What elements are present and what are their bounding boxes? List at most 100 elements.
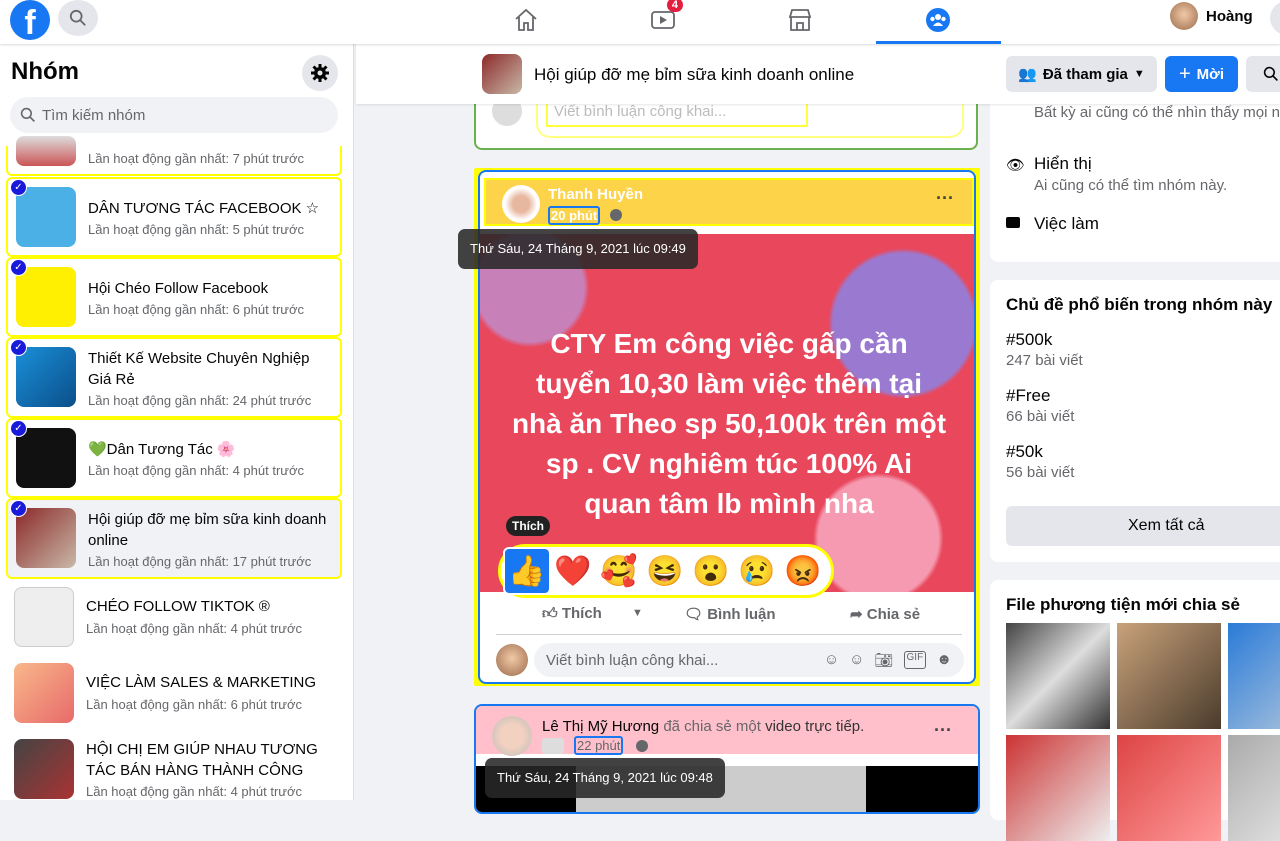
author-avatar[interactable] (492, 716, 532, 756)
nav-home[interactable] (506, 4, 546, 36)
eye-icon: 👁︎ (1006, 157, 1026, 174)
reaction-dropdown-icon[interactable]: ▼ (632, 607, 643, 619)
group-name: VIỆC LÀM SALES & MARKETING (86, 674, 317, 691)
media-thumbnail[interactable] (1228, 623, 1280, 729)
reaction-angry[interactable]: 😡 (781, 549, 825, 593)
user-avatar (496, 644, 528, 676)
gif-icon[interactable]: GIF (903, 651, 927, 669)
timestamp-tooltip: Thứ Sáu, 24 Tháng 9, 2021 lúc 09:49 (458, 229, 698, 269)
check-icon: ✓ (10, 259, 27, 276)
facebook-logo[interactable]: f (10, 0, 50, 40)
reaction-care[interactable]: 🥰 (597, 549, 641, 593)
thumbs-up-icon: 👍︎ (542, 605, 562, 622)
nav-groups[interactable] (918, 4, 958, 36)
plus-icon: + (1178, 62, 1191, 85)
menu-button[interactable] (1270, 0, 1280, 36)
reaction-love[interactable]: ❤️ (551, 549, 595, 593)
visibility-title: Hiển thị (1034, 154, 1092, 173)
group-search-button[interactable] (1246, 56, 1280, 92)
group-item[interactable]: CHÉO FOLLOW TIKTOK ® Lần hoạt động gần n… (14, 587, 344, 647)
author-avatar[interactable] (502, 185, 540, 223)
group-item[interactable]: ✓ DÂN TƯƠNG TÁC FACEBOOK ☆ Lần hoạt động… (6, 177, 342, 257)
post-image[interactable]: CTY Em công việc gấp cần tuyển 10,30 làm… (480, 234, 974, 598)
search-placeholder: Tìm kiếm nhóm (42, 106, 146, 124)
settings-button[interactable] (302, 55, 338, 91)
group-status: Lần hoạt động gần nhất: 24 phút trước (88, 393, 312, 408)
topic-tag[interactable]: #500k (1006, 330, 1052, 350)
camera-icon[interactable]: 📷︎ (874, 651, 893, 669)
topic-count: 66 bài viết (1006, 408, 1075, 425)
group-name: HỘI CHỊ EM GIÚP NHAU TƯƠNG TÁC BÁN HÀNG … (86, 741, 318, 779)
share-label: Chia sẻ (866, 606, 921, 623)
group-item[interactable]: HỘI CHỊ EM GIÚP NHAU TƯƠNG TÁC BÁN HÀNG … (14, 739, 344, 799)
reaction-haha[interactable]: 😆 (643, 549, 687, 593)
media-thumbnail[interactable] (1117, 623, 1221, 729)
group-name: Hội Chéo Follow Facebook (88, 280, 269, 297)
group-thumbnail (16, 136, 76, 166)
comment-button[interactable]: 🗨︎ Bình luận (684, 605, 776, 623)
group-item[interactable]: ✓ 💚Dân Tương Tác 🌸 Lần hoạt động gần nhấ… (6, 418, 342, 498)
post-text: CTY Em công việc gấp cần tuyển 10,30 làm… (511, 328, 947, 519)
shared-object-link[interactable]: video trực tiếp. (765, 718, 864, 735)
like-button[interactable]: 👍︎ Thích (542, 605, 602, 623)
caret-down-icon: ▼ (1133, 68, 1145, 80)
watch-badge: 4 (666, 0, 683, 12)
group-status: Lần hoạt động gần nhất: 6 phút trước (86, 697, 302, 712)
see-all-button[interactable]: Xem tất cả (1006, 506, 1280, 546)
post-time-link[interactable]: 20 phút (548, 206, 601, 225)
group-thumbnail (16, 347, 76, 407)
group-status: Lần hoạt động gần nhất: 5 phút trước (88, 222, 304, 237)
group-thumbnail (16, 187, 76, 247)
group-search-input[interactable]: Tìm kiếm nhóm (10, 97, 338, 133)
like-label: Thích (561, 605, 602, 622)
group-thumbnail (16, 267, 76, 327)
sidebar-title: Nhóm (11, 58, 79, 85)
nav-watch[interactable]: 4 (643, 0, 683, 36)
group-item[interactable]: ✓ Thiết Kế Website Chuyên Nghiệp Giá Rẻ … (6, 337, 342, 418)
group-status: Lần hoạt động gần nhất: 4 phút trước (88, 463, 304, 478)
media-thumbnail[interactable] (1228, 735, 1280, 841)
group-thumbnail (16, 428, 76, 488)
topic-tag[interactable]: #Free (1006, 386, 1050, 406)
share-button[interactable]: ➦ Chia sẻ (850, 605, 920, 623)
media-thumbnail[interactable] (1006, 623, 1110, 729)
nav-marketplace[interactable] (780, 4, 820, 36)
reaction-like[interactable]: 👍 (503, 547, 551, 595)
emoji-icon[interactable]: ☺ (849, 651, 864, 669)
more-options-button[interactable]: ··· (936, 188, 954, 209)
jobs-link[interactable]: Việc làm (1034, 214, 1099, 234)
search-icon (69, 9, 86, 26)
group-item[interactable]: ✓ Hội Chéo Follow Facebook Lần hoạt động… (6, 257, 342, 337)
visibility-description: Ai cũng có thể tìm nhóm này. (1034, 177, 1228, 194)
post-time-link[interactable]: 22 phút (574, 736, 624, 755)
post-header: Thanh Huyền 20 phút ··· (484, 178, 974, 226)
reaction-sad[interactable]: 😢 (735, 549, 779, 593)
comment-input[interactable]: Viết bình luận công khai... ☺ ☺ 📷︎ GIF ☻ (534, 643, 964, 677)
group-item[interactable]: Lần hoạt động gần nhất: 7 phút trước (6, 136, 342, 176)
group-item-selected[interactable]: ✓ Hội giúp đỡ mẹ bỉm sữa kinh doanh onli… (6, 498, 342, 579)
home-icon (515, 8, 537, 31)
joined-button[interactable]: 👥 Đã tham gia ▼ (1006, 56, 1157, 92)
post-action-text: đã chia sẻ một (663, 718, 761, 735)
search-button[interactable] (58, 0, 98, 36)
marketplace-icon (788, 9, 812, 31)
profile-button[interactable]: Hoàng (1170, 2, 1253, 30)
reaction-bar: 👍 ❤️ 🥰 😆 😮 😢 😡 (498, 544, 834, 598)
group-name: 💚Dân Tương Tác 🌸 (88, 441, 236, 458)
media-thumbnail[interactable] (1117, 735, 1221, 841)
group-title[interactable]: Hội giúp đỡ mẹ bỉm sữa kinh doanh online (534, 65, 854, 85)
group-item[interactable]: VIỆC LÀM SALES & MARKETING Lần hoạt động… (14, 663, 344, 723)
media-thumbnail[interactable] (1006, 735, 1110, 841)
invite-button[interactable]: + Mời (1165, 56, 1238, 92)
reaction-wow[interactable]: 😮 (689, 549, 733, 593)
groups-sidebar: Nhóm Tìm kiếm nhóm Lần hoạt động gần nhấ… (0, 44, 354, 800)
author-name[interactable]: Thanh Huyền (548, 186, 643, 203)
more-options-button[interactable]: ··· (934, 720, 952, 741)
author-name[interactable]: Lê Thị Mỹ Hương (542, 718, 659, 735)
group-avatar (482, 54, 522, 94)
sticker-icon[interactable]: ☻ (936, 651, 952, 669)
topic-count: 56 bài viết (1006, 464, 1075, 481)
topic-tag[interactable]: #50k (1006, 442, 1043, 462)
avatar-sticker-icon[interactable]: ☺ (824, 651, 839, 669)
invite-label: Mời (1196, 65, 1224, 83)
